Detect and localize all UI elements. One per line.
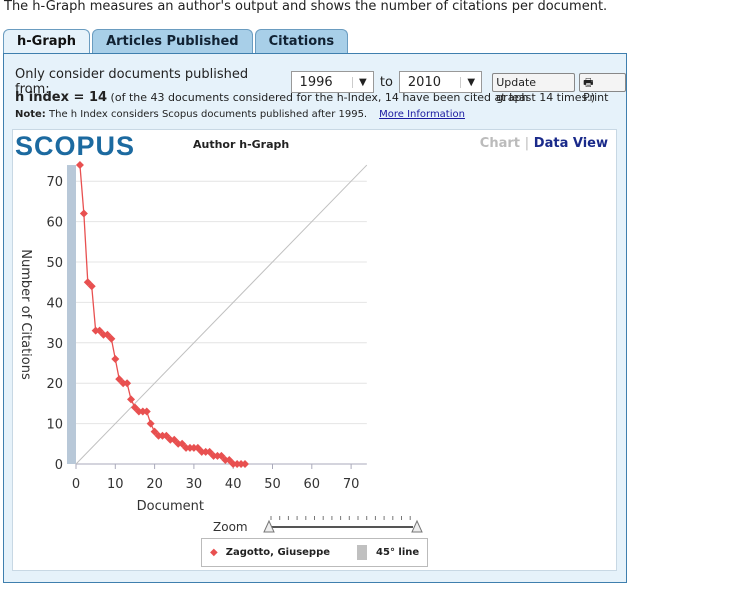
- x-tick-label: 0: [72, 477, 80, 492]
- data-point: [146, 419, 155, 428]
- h-graph-panel: Only consider documents published from: …: [3, 53, 627, 583]
- tab-h-graph[interactable]: h-Graph: [3, 29, 91, 55]
- y-tick-label: 20: [46, 377, 63, 392]
- data-point: [111, 354, 120, 363]
- h-index-value: h index = 14: [15, 90, 108, 105]
- intro-text: The h-Graph measures an author's output …: [4, 0, 608, 14]
- note-label: Note:: [15, 109, 46, 120]
- x-tick-label: 60: [304, 477, 321, 492]
- h-index-detail: (of the 43 documents considered for the …: [110, 91, 596, 104]
- zoom-handle-right[interactable]: [411, 519, 423, 533]
- y-tick-label: 70: [46, 175, 63, 190]
- legend: ◆ Zagotto, Giuseppe 45° line: [201, 538, 428, 567]
- y-tick-label: 60: [46, 216, 63, 231]
- data-point: [79, 209, 88, 218]
- tab-articles-published[interactable]: Articles Published: [92, 29, 253, 53]
- printer-icon: 🖶: [583, 75, 594, 89]
- x-tick-label: 70: [343, 477, 360, 492]
- y-axis-band: [67, 165, 76, 464]
- x-tick-label: 40: [225, 477, 242, 492]
- x-tick-label: 50: [264, 477, 281, 492]
- to-value: 2010: [407, 74, 441, 90]
- series-line: [79, 164, 245, 465]
- legend-series-name: Zagotto, Giuseppe: [225, 547, 331, 558]
- more-information-link[interactable]: More Information: [379, 109, 465, 120]
- y-tick-label: 40: [46, 296, 63, 311]
- to-label: to: [379, 74, 393, 90]
- tab-citations[interactable]: Citations: [254, 29, 349, 53]
- diamond-icon: ◆: [210, 547, 218, 558]
- zoom-label: Zoom: [213, 520, 248, 534]
- legend-45-line: 45° line: [376, 547, 420, 558]
- tab-bar: h-Graph Articles Published Citations: [3, 29, 350, 55]
- data-point: [75, 161, 84, 170]
- note-text: The h Index considers Scopus documents p…: [49, 109, 368, 120]
- y-axis-label: Number of Citations: [18, 249, 33, 380]
- chevron-down-icon: ▼: [460, 76, 481, 88]
- h-graph-plot: 0 10 20 30 40 50 60 70 0 10 20 30 40 50 60 70 Document Nu…: [18, 161, 423, 534]
- x-tick-label: 20: [146, 477, 163, 492]
- update-graph-button[interactable]: Update graph: [492, 72, 576, 104]
- from-value: 1996: [299, 74, 333, 90]
- print-button[interactable]: 🖶 Print: [579, 72, 626, 104]
- y-tick-label: 30: [46, 337, 63, 352]
- y-tick-label: 50: [46, 256, 63, 271]
- y-tick-label: 10: [46, 418, 63, 433]
- x-tick-label: 10: [107, 477, 124, 492]
- x-tick-label: 30: [186, 477, 203, 492]
- data-point: [127, 395, 136, 404]
- y-tick-label: 0: [55, 458, 63, 473]
- gray-swatch-icon: [357, 545, 368, 560]
- 45-degree-line: [75, 164, 368, 465]
- chart-area: SCOPUS Author h-Graph Chart | Data View …: [12, 129, 617, 571]
- chevron-down-icon: ▼: [351, 76, 373, 88]
- x-axis-label: Document: [137, 499, 204, 514]
